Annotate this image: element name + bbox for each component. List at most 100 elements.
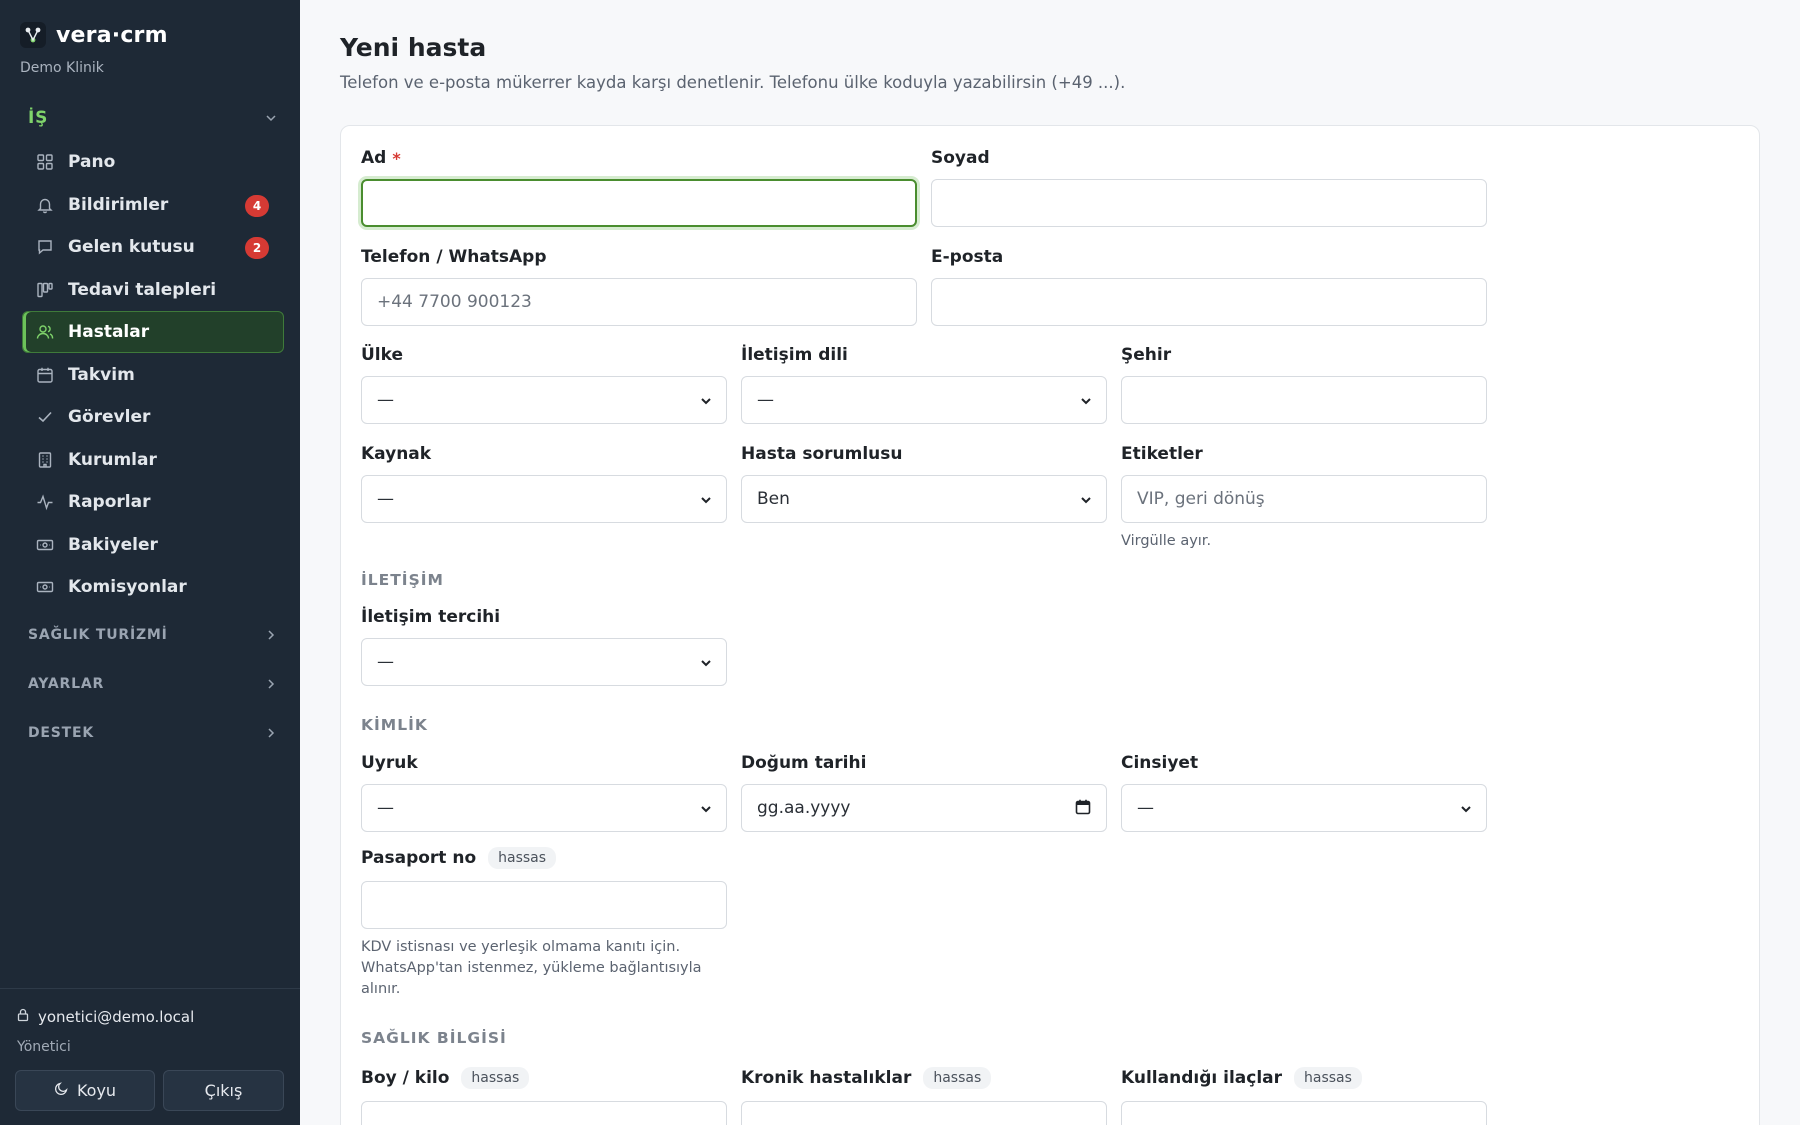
activity-icon — [35, 492, 55, 512]
contact-pref-select[interactable]: — — [361, 638, 727, 686]
sidebar-item-label: Tedavi talepleri — [68, 279, 217, 300]
calendar-icon[interactable] — [1074, 798, 1092, 821]
last-name-label: Soyad — [931, 148, 990, 168]
user-role: Yönetici — [17, 1039, 71, 1055]
sidebar-item-label: Görevler — [68, 407, 151, 427]
nav-group-ayarlar[interactable]: AYARLAR — [28, 676, 278, 692]
tags-input[interactable]: VIP, geri dönüş — [1121, 475, 1487, 523]
country-select[interactable]: — — [361, 376, 727, 424]
medications-field: Kullandığı ilaçlar hassas — [1121, 1067, 1487, 1125]
sidebar-item-bildirimler[interactable]: Bildirimler 4 — [22, 184, 284, 226]
chevron-down-icon — [699, 492, 713, 506]
sidebar-item-tedavi-talepleri[interactable]: Tedavi talepleri — [22, 269, 284, 311]
nationality-select[interactable]: — — [361, 784, 727, 832]
sidebar-item-label: Raporlar — [68, 492, 151, 512]
birth-date-input[interactable]: gg.aa.yyyy — [741, 784, 1107, 832]
nav-group-label: İŞ — [28, 108, 49, 128]
chevron-down-icon — [1079, 393, 1093, 407]
patient-form-card: Ad * Soyad Telefon / WhatsApp +44 7700 90… — [340, 125, 1760, 1125]
height-weight-label-text: Boy / kilo — [361, 1068, 450, 1088]
brand[interactable]: vera·crm — [20, 22, 168, 48]
passport-field: Pasaport no hassas — [361, 847, 727, 929]
banknote-icon — [35, 535, 55, 555]
phone-label: Telefon / WhatsApp — [361, 247, 547, 267]
dark-mode-label: Koyu — [76, 1081, 117, 1100]
logout-button[interactable]: Çıkış — [163, 1070, 284, 1111]
passport-label-text: Pasaport no — [361, 848, 477, 868]
height-weight-field: Boy / kilo hassas — [361, 1067, 727, 1125]
sidebar-item-takvim[interactable]: Takvim — [22, 354, 284, 396]
sensitive-tag: hassas — [1294, 1067, 1362, 1089]
nav-group-destek[interactable]: DESTEK — [28, 725, 278, 741]
chronic-label: Kronik hastalıklar hassas — [741, 1067, 992, 1089]
contact-language-field: İletişim dili — — [741, 345, 1107, 424]
sidebar-item-gorevler[interactable]: Görevler — [22, 396, 284, 438]
banknote-icon — [35, 577, 55, 597]
passport-hint: KDV istisnası ve yerleşik olmama kanıtı … — [361, 939, 702, 997]
last-name-input[interactable] — [931, 179, 1487, 227]
city-input[interactable] — [1121, 376, 1487, 424]
gender-select[interactable]: — — [1121, 784, 1487, 832]
owner-value: Ben — [757, 489, 790, 509]
sidebar-item-label: Gelen kutusu — [68, 237, 195, 257]
chevron-down-icon — [1459, 801, 1473, 815]
sidebar-item-label: Hastalar — [68, 322, 150, 342]
sidebar-item-pano[interactable]: Pano — [22, 141, 284, 183]
dark-mode-button[interactable]: Koyu — [15, 1070, 155, 1111]
last-name-field: Soyad — [931, 148, 1487, 227]
country-field: Ülke — — [361, 345, 727, 424]
sidebar-item-komisyonlar[interactable]: Komisyonlar — [22, 566, 284, 608]
city-label: Şehir — [1121, 345, 1172, 365]
passport-input[interactable] — [361, 881, 727, 929]
chevron-right-icon — [264, 677, 278, 691]
notification-badge: 4 — [245, 194, 269, 217]
height-weight-input[interactable] — [361, 1101, 727, 1125]
sidebar-item-label: Takvim — [68, 364, 135, 385]
main-content: Yeni hasta Telefon ve e-posta mükerrer k… — [300, 0, 1800, 1125]
clinic-name: Demo Klinik — [20, 60, 104, 76]
chevron-right-icon — [264, 726, 278, 740]
sidebar-item-kurumlar[interactable]: Kurumlar — [22, 439, 284, 481]
tags-label: Etiketler — [1121, 444, 1203, 464]
first-name-input[interactable] — [361, 179, 917, 227]
source-select[interactable]: — — [361, 475, 727, 523]
sidebar-item-gelen-kutusu[interactable]: Gelen kutusu 2 — [22, 226, 284, 268]
medications-input[interactable] — [1121, 1101, 1487, 1125]
sidebar: vera·crm Demo Klinik İŞ Pano Bildirimler… — [0, 0, 300, 1125]
owner-select[interactable]: Ben — [741, 475, 1107, 523]
page-title: Yeni hasta — [340, 33, 487, 62]
sidebar-item-bakiyeler[interactable]: Bakiyeler — [22, 524, 284, 566]
logout-label: Çıkış — [204, 1081, 243, 1100]
contact-language-label: İletişim dili — [741, 345, 848, 365]
medications-label-text: Kullandığı ilaçlar — [1121, 1068, 1283, 1088]
sidebar-item-label: Komisyonlar — [68, 577, 187, 597]
sidebar-item-label: Kurumlar — [68, 449, 157, 470]
medications-label: Kullandığı ilaçlar hassas — [1121, 1067, 1362, 1089]
email-input[interactable] — [931, 278, 1487, 326]
sidebar-item-raporlar[interactable]: Raporlar — [22, 481, 284, 523]
nationality-label: Uyruk — [361, 753, 418, 773]
gender-field: Cinsiyet — — [1121, 753, 1487, 832]
section-health: SAĞLIK BİLGİSİ — [361, 1029, 507, 1047]
nav-group-saglik-turizmi[interactable]: SAĞLIK TURİZMİ — [28, 627, 278, 643]
chronic-input[interactable] — [741, 1101, 1107, 1125]
birth-date-placeholder: gg.aa.yyyy — [757, 798, 851, 818]
chevron-down-icon — [1079, 492, 1093, 506]
chevron-down-icon — [264, 111, 278, 125]
sensitive-tag: hassas — [923, 1067, 992, 1089]
inbox-badge: 2 — [245, 237, 269, 259]
sidebar-item-hastalar[interactable]: Hastalar — [22, 311, 284, 353]
phone-input[interactable]: +44 7700 900123 — [361, 278, 917, 326]
grid-icon — [35, 152, 55, 172]
kanban-icon — [35, 280, 55, 300]
nav-group-is[interactable]: İŞ — [28, 108, 278, 128]
contact-language-select[interactable]: — — [741, 376, 1107, 424]
user-info: yonetici@demo.local — [16, 1008, 194, 1026]
users-icon — [35, 322, 55, 342]
owner-label: Hasta sorumlusu — [741, 444, 903, 464]
country-value: — — [377, 390, 394, 410]
chronic-label-text: Kronik hastalıklar — [741, 1068, 912, 1088]
source-value: — — [377, 489, 394, 509]
nav-group-label: DESTEK — [28, 725, 95, 741]
owner-field: Hasta sorumlusu Ben — [741, 444, 1107, 523]
